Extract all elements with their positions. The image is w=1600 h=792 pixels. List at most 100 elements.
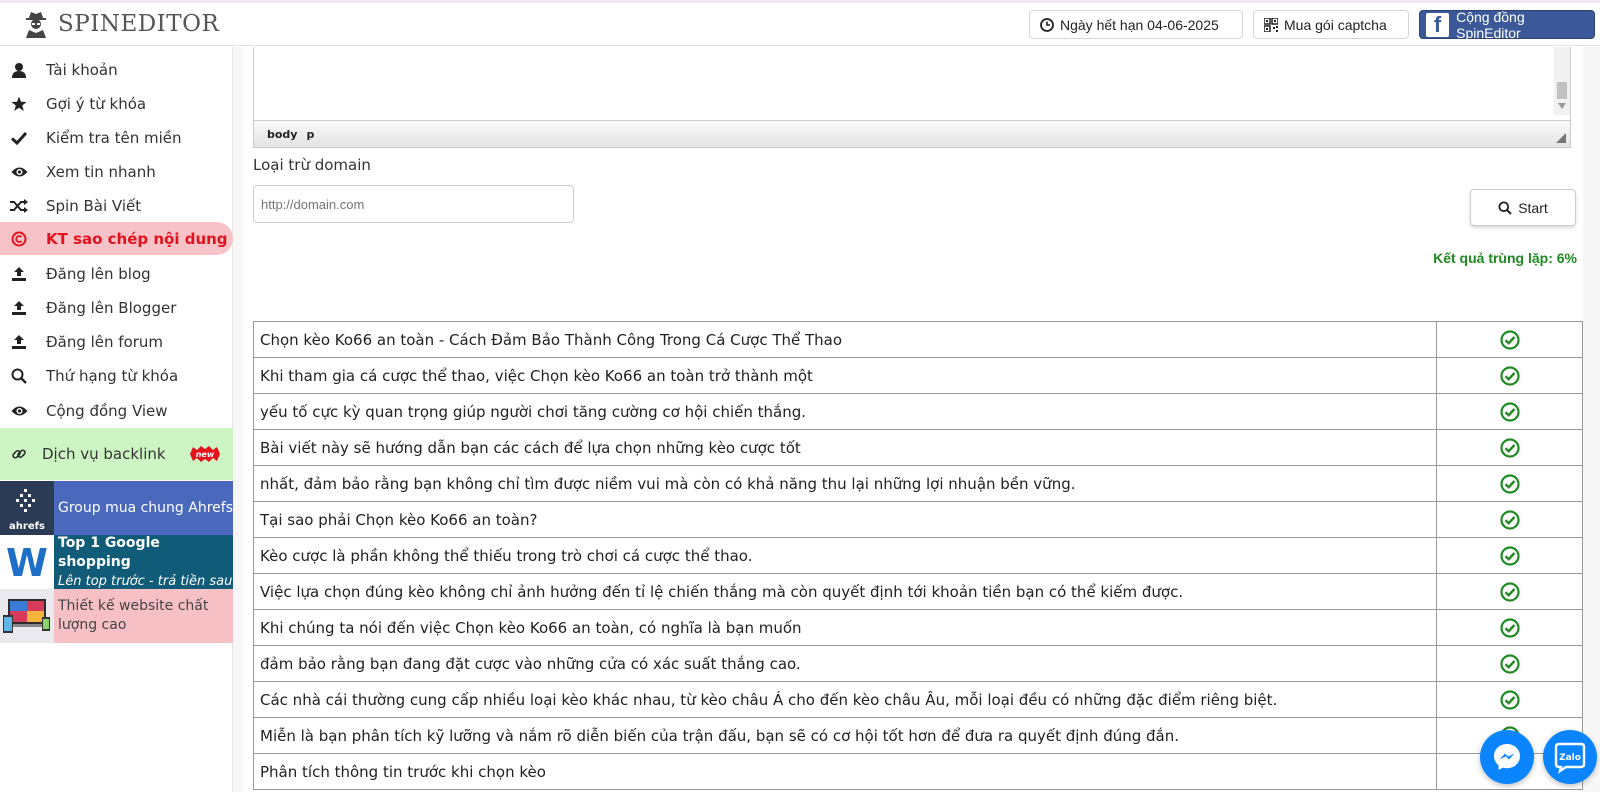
promo-google-title: Top 1 Google shopping (58, 534, 160, 570)
start-label: Start (1518, 199, 1548, 216)
sidebar-item-label: Dịch vụ backlink (42, 445, 166, 463)
editor-status-bar: body p (253, 120, 1571, 148)
result-sentence: Tại sao phải Chọn kèo Ko66 an toàn? (252, 501, 1438, 538)
sidebar-item-label: Gợi ý từ khóa (46, 94, 147, 113)
check-icon (10, 129, 28, 147)
messenger-chat-button[interactable] (1480, 730, 1534, 784)
exclude-domain-label: Loại trừ domain (253, 156, 371, 174)
sidebar-item-label: Kiểm tra tên miền (46, 128, 182, 147)
new-badge-icon: new (188, 445, 222, 463)
status-tag-p[interactable]: p (306, 128, 314, 141)
promo-web-design[interactable]: Thiết kế website chất lượng cao (0, 589, 233, 643)
facebook-icon: f (1426, 12, 1450, 37)
zalo-icon: Zalo (1554, 742, 1586, 774)
resize-handle-icon[interactable] (1556, 133, 1566, 143)
promo-ahrefs[interactable]: ahrefs Group mua chung Ahrefs (0, 481, 233, 535)
sidebar-item-keyword-suggest[interactable]: Gợi ý từ khóa (0, 87, 233, 120)
check-circle-icon (1500, 401, 1520, 422)
buy-captcha-button[interactable]: Mua gói captcha (1253, 10, 1409, 39)
community-button[interactable]: f Cộng đồng SpinEditor (1419, 8, 1595, 41)
result-sentence: Việc lựa chọn đúng kèo không chỉ ảnh hưở… (252, 573, 1438, 610)
sidebar-item-account[interactable]: Tài khoản (0, 53, 233, 86)
copyright-icon (10, 230, 28, 248)
header: SPINEDITOR Ngày hết hạn 04-06-2025 Mua g… (0, 3, 1600, 46)
sidebar-item-domain-check[interactable]: Kiểm tra tên miền (0, 121, 233, 154)
result-status-cell (1436, 501, 1583, 538)
sidebar-item-label: Đăng lên blog (46, 264, 151, 283)
result-sentence: Kèo cược là phần không thể thiếu trong t… (252, 537, 1438, 574)
main-area: body p Loại trừ domain Start Kết quả trù… (233, 47, 1600, 792)
result-sentence: Miễn là bạn phân tích kỹ lưỡng và nắm rõ… (252, 717, 1438, 754)
sidebar-item-post-blogger[interactable]: Đăng lên Blogger (0, 291, 233, 324)
result-status-cell (1436, 681, 1583, 718)
check-circle-icon (1500, 509, 1520, 530)
table-row: đảm bảo rằng bạn đang đặt cược vào những… (252, 645, 1583, 682)
result-sentence: Khi tham gia cá cược thể thao, việc Chọn… (252, 357, 1438, 394)
sidebar-item-community-view[interactable]: Cộng đồng View (0, 394, 233, 427)
new-badge-label: new (196, 450, 215, 459)
result-sentence: yếu tố cực kỳ quan trọng giúp người chơi… (252, 393, 1438, 430)
table-row: Khi chúng ta nói đến việc Chọn kèo Ko66 … (252, 609, 1583, 646)
result-sentence: Chọn kèo Ko66 an toàn - Cách Đảm Bảo Thà… (252, 321, 1438, 358)
sidebar-item-post-blog[interactable]: Đăng lên blog (0, 257, 233, 290)
result-status-cell (1436, 465, 1583, 502)
result-sentence: Khi chúng ta nói đến việc Chọn kèo Ko66 … (252, 609, 1438, 646)
check-circle-icon (1500, 473, 1520, 494)
check-circle-icon (1500, 365, 1520, 386)
result-status-cell (1436, 537, 1583, 574)
check-circle-icon (1500, 329, 1520, 350)
check-circle-icon (1500, 437, 1520, 458)
result-sentence: nhất, đảm bảo rằng bạn không chỉ tìm đượ… (252, 465, 1438, 502)
duplicate-result: Kết quả trùng lặp: 6% (1433, 250, 1577, 266)
result-status-cell (1436, 573, 1583, 610)
sidebar-item-spin-article[interactable]: Spin Bài Viết (0, 189, 233, 222)
table-row: Bài viết này sẽ hướng dẫn bạn các cách đ… (252, 429, 1583, 466)
sidebar-item-backlink[interactable]: Dịch vụ backlink new (0, 428, 233, 480)
expiry-button[interactable]: Ngày hết hạn 04-06-2025 (1029, 10, 1243, 39)
search-icon (1498, 201, 1512, 215)
result-status-cell (1436, 393, 1583, 430)
sidebar-item-label: Đăng lên Blogger (46, 298, 177, 317)
scrollbar-thumb[interactable] (1557, 82, 1567, 99)
sidebar-item-label: Tài khoản (46, 60, 118, 79)
promo-google-subtitle: Lên top trước - trả tiền sau (58, 573, 233, 589)
promo-ahrefs-text: Group mua chung Ahrefs (58, 499, 233, 516)
result-status-cell (1436, 321, 1583, 358)
status-tag-body[interactable]: body (267, 128, 297, 141)
sidebar-item-post-forum[interactable]: Đăng lên forum (0, 325, 233, 358)
logo-text: SPINEDITOR (58, 11, 220, 37)
result-status-cell (1436, 357, 1583, 394)
table-row: Miễn là bạn phân tích kỹ lưỡng và nắm rõ… (252, 717, 1583, 754)
eye-icon (10, 402, 28, 420)
exclude-domain-input[interactable] (253, 185, 574, 223)
result-status-cell (1436, 429, 1583, 466)
table-row: Phân tích thông tin trước khi chọn kèo (252, 753, 1583, 790)
results-table: Chọn kèo Ko66 an toàn - Cách Đảm Bảo Thà… (252, 321, 1583, 790)
sidebar-item-copy-check[interactable]: KT sao chép nội dung (0, 222, 233, 255)
logo[interactable]: SPINEDITOR (22, 9, 219, 39)
result-status-cell (1436, 645, 1583, 682)
result-sentence: Bài viết này sẽ hướng dẫn bạn các cách đ… (252, 429, 1438, 466)
sidebar-item-label: KT sao chép nội dung (46, 229, 228, 248)
qrcode-icon (1264, 17, 1278, 32)
sidebar-item-label: Spin Bài Viết (46, 196, 142, 215)
upload-icon (10, 265, 28, 283)
sidebar-item-quick-news[interactable]: Xem tin nhanh (0, 155, 233, 188)
community-label: Cộng đồng SpinEditor (1456, 8, 1525, 41)
messenger-icon (1494, 744, 1520, 770)
sidebar-item-keyword-rank[interactable]: Thứ hạng từ khóa (0, 359, 233, 392)
start-button[interactable]: Start (1470, 189, 1576, 226)
table-row: Việc lựa chọn đúng kèo không chỉ ảnh hưở… (252, 573, 1583, 610)
zalo-chat-button[interactable]: Zalo (1543, 730, 1597, 784)
clock-icon (1040, 17, 1054, 32)
editor-scrollbar[interactable] (1554, 47, 1570, 115)
promo-web-text: Thiết kế website chất lượng cao (58, 598, 209, 633)
search-icon (10, 367, 28, 385)
scroll-down-arrow-icon[interactable] (1558, 103, 1566, 109)
w-logo: W (0, 535, 54, 589)
upload-icon (10, 333, 28, 351)
table-row: nhất, đảm bảo rằng bạn không chỉ tìm đượ… (252, 465, 1583, 502)
promo-google-shopping[interactable]: W Top 1 Google shopping Lên top trước - … (0, 535, 233, 589)
star-icon (10, 95, 28, 113)
check-circle-icon (1500, 689, 1520, 710)
